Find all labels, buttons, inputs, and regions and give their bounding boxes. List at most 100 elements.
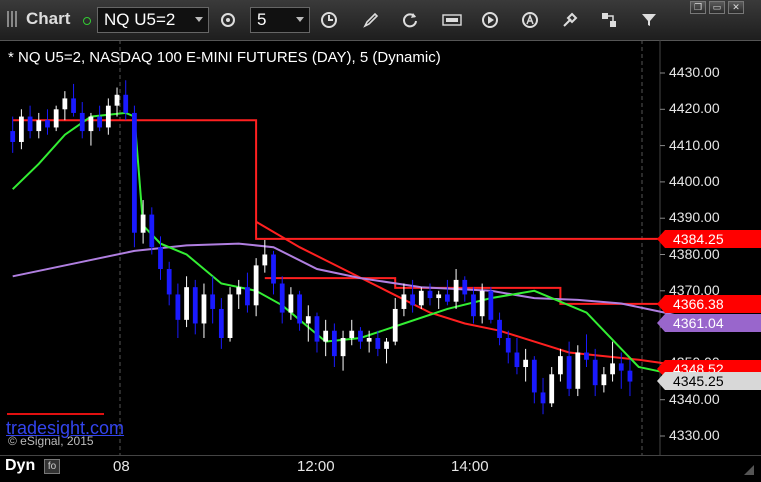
- chevron-down-icon[interactable]: [296, 17, 304, 22]
- candle-body: [288, 294, 294, 313]
- interval-settings-button[interactable]: [213, 7, 243, 33]
- refresh-button[interactable]: [395, 7, 425, 33]
- symbol-input[interactable]: NQ U5=2: [97, 7, 209, 33]
- play-button[interactable]: [475, 7, 505, 33]
- candle-body: [549, 374, 555, 404]
- candle-body: [523, 359, 529, 368]
- indicator-line-3: [12, 242, 709, 325]
- candle-body: [140, 214, 146, 233]
- candle-body: [18, 116, 24, 142]
- y-tick-label: 4420.00: [669, 100, 720, 117]
- candle-body: [453, 279, 459, 302]
- link-status-icon: [83, 17, 91, 25]
- interval-value: 5: [257, 10, 267, 29]
- candle-body: [566, 356, 572, 389]
- price-tag: 4366.38: [657, 294, 761, 313]
- candle-body: [88, 116, 94, 132]
- gear-icon: [221, 13, 235, 27]
- candle-body: [627, 370, 633, 382]
- candle-body: [253, 265, 259, 306]
- candle-body: [271, 254, 276, 284]
- options-button[interactable]: [634, 7, 664, 33]
- candle-body: [123, 94, 129, 113]
- candle-body: [36, 120, 42, 132]
- candle-body: [418, 290, 424, 306]
- candle-body: [462, 279, 468, 295]
- chevron-down-icon[interactable]: [195, 17, 203, 22]
- get-icon: [442, 14, 462, 26]
- candle-body: [114, 94, 120, 106]
- candle-body: [149, 214, 155, 248]
- candle-body: [488, 290, 494, 320]
- candle-body: [166, 269, 172, 295]
- resize-grip-icon[interactable]: [744, 465, 754, 475]
- indicator-line-0: [12, 119, 709, 240]
- price-tag: 4361.04: [657, 314, 761, 333]
- candle-body: [401, 294, 407, 309]
- candle-body: [427, 290, 433, 299]
- x-tick-label: 14:00: [451, 458, 489, 475]
- interval-input[interactable]: 5: [250, 7, 310, 33]
- restore-icon: ❐: [693, 2, 703, 12]
- chart-toolbar: Chart NQ U5=2 5 ❐ ▭ ✕: [0, 0, 761, 41]
- restore-button[interactable]: ❐: [690, 1, 706, 14]
- candle-body: [531, 359, 537, 393]
- candle-body: [158, 247, 163, 270]
- candle-body: [558, 356, 563, 375]
- y-tick-label: 4340.00: [669, 390, 720, 407]
- refresh-icon: [403, 13, 417, 28]
- dynamic-mode-label[interactable]: Dyn: [5, 457, 35, 475]
- candle-body: [305, 316, 311, 324]
- y-tick-label: 4390.00: [669, 209, 720, 226]
- drag-grip-icon[interactable]: [7, 11, 21, 27]
- maximize-icon: ▭: [712, 2, 722, 12]
- draw-tool-button[interactable]: [356, 7, 386, 33]
- candle-body: [45, 120, 50, 128]
- close-button[interactable]: ✕: [728, 1, 744, 14]
- get-data-button[interactable]: [437, 7, 467, 33]
- pencil-icon: [363, 12, 379, 28]
- candle-body: [601, 374, 607, 386]
- candle-body: [245, 287, 250, 306]
- candle-body: [71, 98, 76, 113]
- candle-body: [297, 294, 302, 324]
- copyright-text: © eSignal, 2015: [8, 434, 94, 448]
- alert-button[interactable]: [515, 7, 545, 33]
- candle-body: [540, 392, 546, 404]
- symbol-value: NQ U5=2: [104, 10, 176, 29]
- candle-body: [505, 337, 511, 353]
- candle-body: [366, 337, 372, 342]
- candle-body: [27, 116, 33, 132]
- alert-icon: [522, 12, 538, 28]
- candle-body: [592, 359, 598, 386]
- play-icon: [482, 12, 498, 28]
- tools-button[interactable]: [555, 7, 585, 33]
- app-title: Chart: [26, 9, 71, 28]
- candle-body: [323, 330, 329, 342]
- candle-body: [105, 105, 111, 128]
- studies-button[interactable]: [594, 7, 624, 33]
- clock-icon: [321, 12, 337, 28]
- maximize-button[interactable]: ▭: [709, 1, 725, 14]
- font-size-icon[interactable]: fo: [44, 459, 60, 474]
- candle-body: [218, 308, 224, 338]
- watermark-underline: [7, 413, 104, 415]
- candle-body: [210, 294, 216, 309]
- close-icon: ✕: [732, 2, 740, 12]
- candle-body: [314, 316, 320, 342]
- candle-body: [392, 308, 398, 342]
- candle-body: [227, 294, 233, 338]
- price-tag: 4384.25: [657, 230, 761, 249]
- time-template-button[interactable]: [314, 7, 344, 33]
- price-chart[interactable]: [0, 40, 761, 455]
- candle-body: [62, 98, 68, 110]
- candle-body: [97, 116, 103, 128]
- candle-body: [444, 294, 450, 302]
- candle-body: [479, 290, 485, 317]
- candle-body: [410, 294, 416, 306]
- chart-title: * NQ U5=2, NASDAQ 100 E-MINI FUTURES (DA…: [8, 49, 441, 66]
- candle-body: [375, 337, 381, 349]
- price-tag: 4345.25: [657, 371, 761, 390]
- y-tick-label: 4330.00: [669, 427, 720, 443]
- candle-body: [331, 330, 337, 357]
